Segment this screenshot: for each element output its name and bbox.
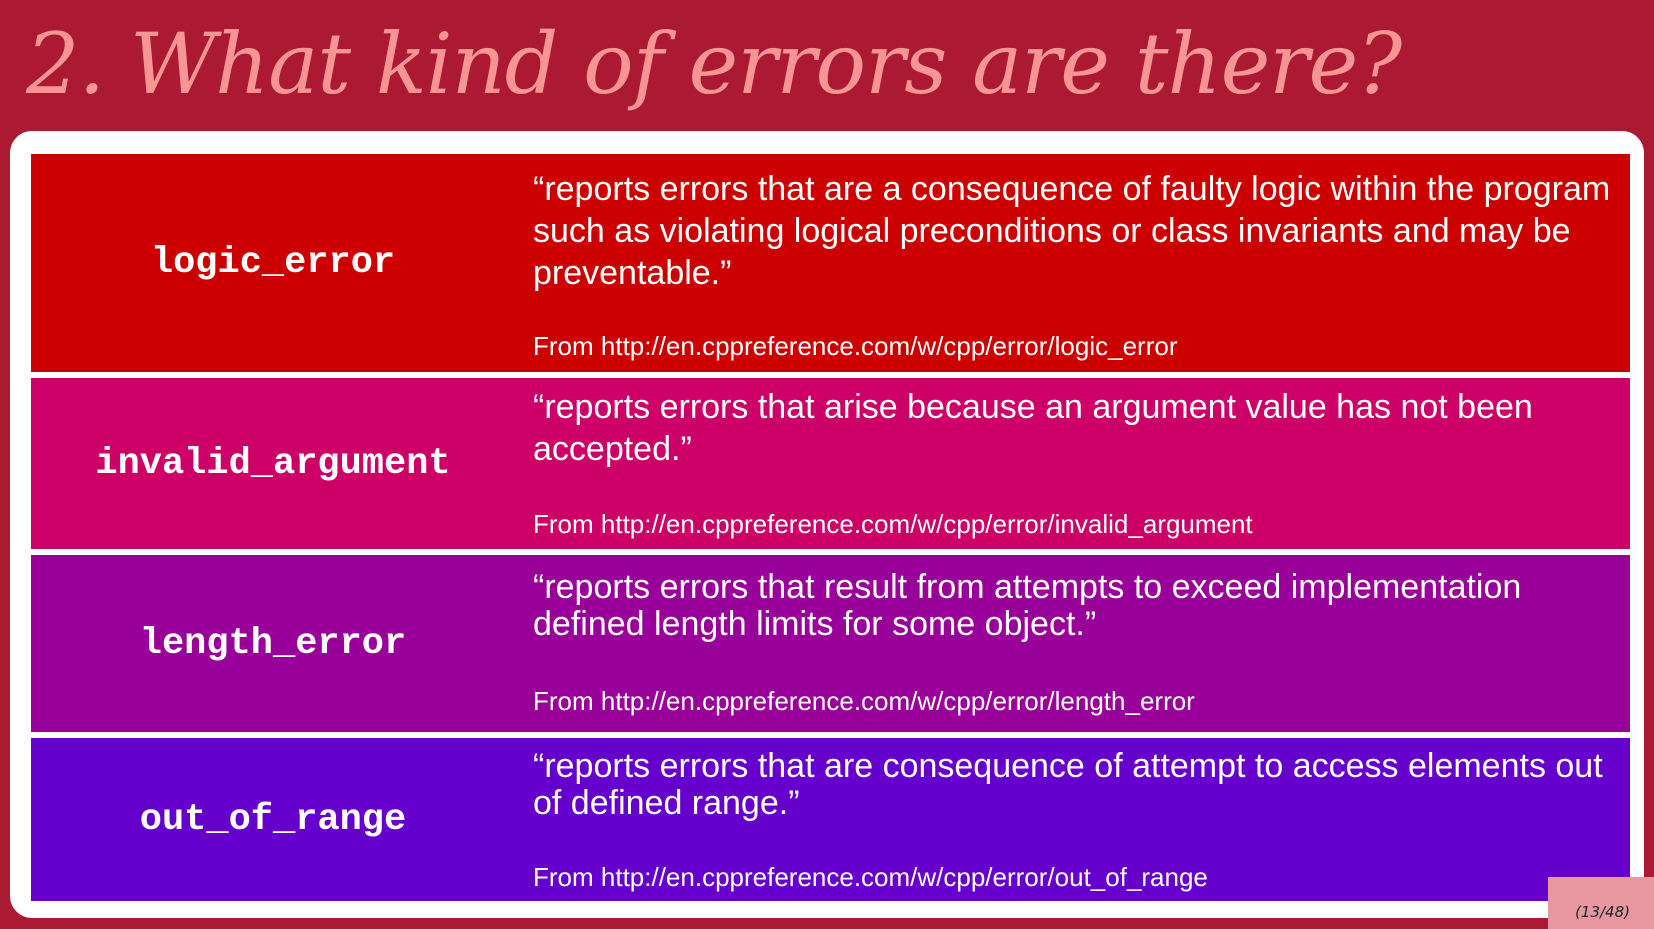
source-reference: From http://en.cppreference.com/w/cpp/er…	[533, 862, 1208, 892]
source-reference: From http://en.cppreference.com/w/cpp/er…	[533, 509, 1253, 539]
exception-description: “reports errors that arise because an ar…	[533, 388, 1533, 468]
exception-description: “reports errors that are consequence of …	[533, 747, 1603, 822]
page-number: (13/48)	[1575, 903, 1630, 921]
exception-description: “reports errors that are a consequence o…	[533, 170, 1611, 292]
exception-name: out_of_range	[139, 798, 407, 841]
row-invalid-argument: invalid_argument “reports errors that ar…	[31, 378, 1630, 549]
source-reference: From http://en.cppreference.com/w/cpp/er…	[533, 686, 1195, 716]
source-reference: From http://en.cppreference.com/w/cpp/er…	[533, 331, 1178, 361]
row-logic-error: logic_error “reports errors that are a c…	[31, 154, 1630, 372]
row-length-error: length_error “reports errors that result…	[31, 555, 1630, 732]
row-out-of-range: out_of_range “reports errors that are co…	[31, 738, 1630, 901]
exception-name: length_error	[139, 622, 407, 665]
exception-description: “reports errors that result from attempt…	[533, 568, 1522, 643]
exception-name: invalid_argument	[95, 442, 451, 485]
slide-title: 2. What kind of errors are there?	[26, 15, 1402, 113]
exception-name: logic_error	[150, 242, 396, 284]
